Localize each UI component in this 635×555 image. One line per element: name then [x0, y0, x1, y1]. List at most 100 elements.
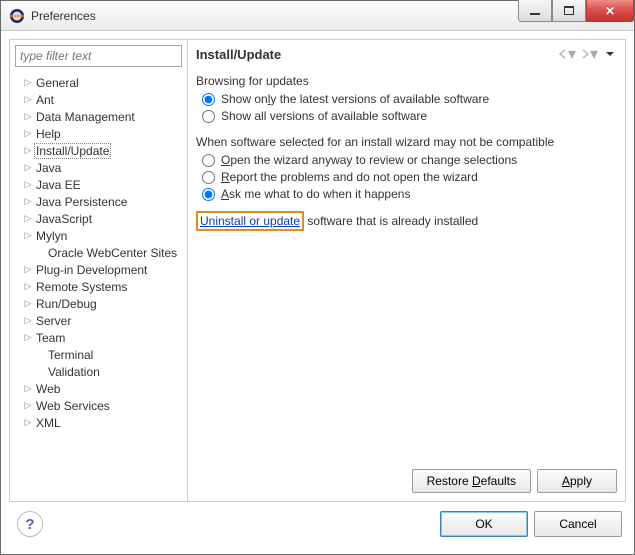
tree-expand-icon: ▷ [22, 298, 34, 309]
tree-item-install-update[interactable]: ▷Install/Update [16, 142, 181, 159]
browsing-label-latest: Show only the latest versions of availab… [221, 92, 489, 106]
sidebar: ▷General▷Ant▷Data Management▷Help▷Instal… [10, 40, 188, 501]
tree-item-javascript[interactable]: ▷JavaScript [16, 210, 181, 227]
close-icon: ✕ [605, 4, 615, 18]
ok-button[interactable]: OK [440, 511, 528, 537]
tree-item-remote-systems[interactable]: ▷Remote Systems [16, 278, 181, 295]
page-button-row: Restore Defaults Apply [412, 469, 617, 493]
tree-item-java-ee[interactable]: ▷Java EE [16, 176, 181, 193]
tree-item-run-debug[interactable]: ▷Run/Debug [16, 295, 181, 312]
browsing-option-latest[interactable]: Show only the latest versions of availab… [202, 92, 617, 106]
tree-item-java[interactable]: ▷Java [16, 159, 181, 176]
tree-item-team[interactable]: ▷Team [16, 329, 181, 346]
cancel-button[interactable]: Cancel [534, 511, 622, 537]
nav-forward-button[interactable]: ▾ [579, 46, 599, 62]
browsing-radio-latest[interactable] [202, 93, 215, 106]
tree-expand-icon: ▷ [22, 213, 34, 224]
tree-item-label: Server [34, 314, 73, 328]
restore-defaults-button[interactable]: Restore Defaults [412, 469, 531, 493]
tree-expand-icon: ▷ [22, 230, 34, 241]
content-area: ▷General▷Ant▷Data Management▷Help▷Instal… [1, 31, 634, 554]
tree-expand-icon: ▷ [22, 417, 34, 428]
tree-item-mylyn[interactable]: ▷Mylyn [16, 227, 181, 244]
tree-item-label: Team [34, 331, 67, 345]
preferences-window: Preferences ✕ ▷General▷Ant▷Data Manageme… [0, 0, 635, 555]
tree-item-label: Terminal [46, 348, 95, 362]
nav-arrows: ▾ ▾ [557, 46, 617, 62]
preferences-tree[interactable]: ▷General▷Ant▷Data Management▷Help▷Instal… [10, 72, 187, 501]
compat-option-report[interactable]: Report the problems and do not open the … [202, 170, 617, 184]
tree-item-label: Java EE [34, 178, 83, 192]
compat-label-report: Report the problems and do not open the … [221, 170, 478, 184]
tree-item-label: Ant [34, 93, 56, 107]
help-button[interactable]: ? [17, 511, 43, 537]
page-title: Install/Update [196, 47, 557, 62]
tree-expand-icon: ▷ [22, 383, 34, 394]
tree-item-web-services[interactable]: ▷Web Services [16, 397, 181, 414]
minimize-icon [530, 13, 540, 15]
titlebar: Preferences ✕ [1, 1, 634, 31]
tree-item-web[interactable]: ▷Web [16, 380, 181, 397]
filter-area [10, 40, 187, 72]
compat-radio-open[interactable] [202, 154, 215, 167]
tree-expand-icon: ▷ [22, 332, 34, 343]
browsing-radio-all[interactable] [202, 110, 215, 123]
tree-item-help[interactable]: ▷Help [16, 125, 181, 142]
tree-expand-icon: ▷ [22, 111, 34, 122]
tree-item-label: XML [34, 416, 63, 430]
arrow-right-icon [580, 49, 590, 59]
tree-item-java-persistence[interactable]: ▷Java Persistence [16, 193, 181, 210]
tree-expand-icon: ▷ [22, 128, 34, 139]
compat-radio-report[interactable] [202, 171, 215, 184]
tree-expand-icon: ▷ [22, 179, 34, 190]
arrow-left-icon [558, 49, 568, 59]
tree-item-label: Web [34, 382, 62, 396]
tree-expand-icon: ▷ [22, 145, 34, 156]
compat-option-open[interactable]: Open the wizard anyway to review or chan… [202, 153, 617, 167]
tree-item-label: Install/Update [34, 143, 111, 159]
tree-expand-icon: ▷ [22, 281, 34, 292]
tree-item-ant[interactable]: ▷Ant [16, 91, 181, 108]
tree-item-oracle-webcenter-sites[interactable]: Oracle WebCenter Sites [16, 244, 181, 261]
apply-button[interactable]: Apply [537, 469, 617, 493]
nav-back-button[interactable]: ▾ [557, 46, 577, 62]
tree-item-data-management[interactable]: ▷Data Management [16, 108, 181, 125]
tree-expand-icon: ▷ [22, 315, 34, 326]
maximize-button[interactable] [552, 0, 586, 22]
dialog-footer: ? OK Cancel [9, 502, 626, 546]
tree-expand-icon: ▷ [22, 162, 34, 173]
page-header: Install/Update ▾ ▾ [196, 40, 625, 70]
maximize-icon [564, 6, 574, 15]
chevron-down-icon [605, 49, 615, 59]
browsing-label-all: Show all versions of available software [221, 109, 427, 123]
compat-label-open: Open the wizard anyway to review or chan… [221, 153, 517, 167]
tree-item-label: Help [34, 127, 63, 141]
compat-option-ask[interactable]: Ask me what to do when it happens [202, 187, 617, 201]
filter-input[interactable] [15, 45, 182, 67]
compat-group-label: When software selected for an install wi… [196, 135, 617, 149]
close-button[interactable]: ✕ [586, 0, 634, 22]
browsing-option-all[interactable]: Show all versions of available software [202, 109, 617, 123]
tree-item-server[interactable]: ▷Server [16, 312, 181, 329]
tree-item-label: Web Services [34, 399, 112, 413]
browsing-group-label: Browsing for updates [196, 74, 617, 88]
page-menu-button[interactable] [603, 47, 617, 61]
uninstall-link-suffix: software that is already installed [304, 214, 478, 228]
tree-item-label: Validation [46, 365, 102, 379]
tree-item-label: General [34, 76, 81, 90]
compat-radio-ask[interactable] [202, 188, 215, 201]
minimize-button[interactable] [518, 0, 552, 22]
tree-item-xml[interactable]: ▷XML [16, 414, 181, 431]
tree-expand-icon: ▷ [22, 77, 34, 88]
tree-item-label: Remote Systems [34, 280, 129, 294]
help-icon: ? [25, 516, 34, 533]
window-title: Preferences [31, 9, 96, 23]
tree-item-terminal[interactable]: Terminal [16, 346, 181, 363]
tree-item-general[interactable]: ▷General [16, 74, 181, 91]
uninstall-or-update-link[interactable]: Uninstall or update [196, 211, 304, 231]
tree-expand-icon: ▷ [22, 264, 34, 275]
tree-item-label: Java [34, 161, 63, 175]
tree-item-plug-in-development[interactable]: ▷Plug-in Development [16, 261, 181, 278]
tree-item-validation[interactable]: Validation [16, 363, 181, 380]
tree-item-label: Data Management [34, 110, 137, 124]
